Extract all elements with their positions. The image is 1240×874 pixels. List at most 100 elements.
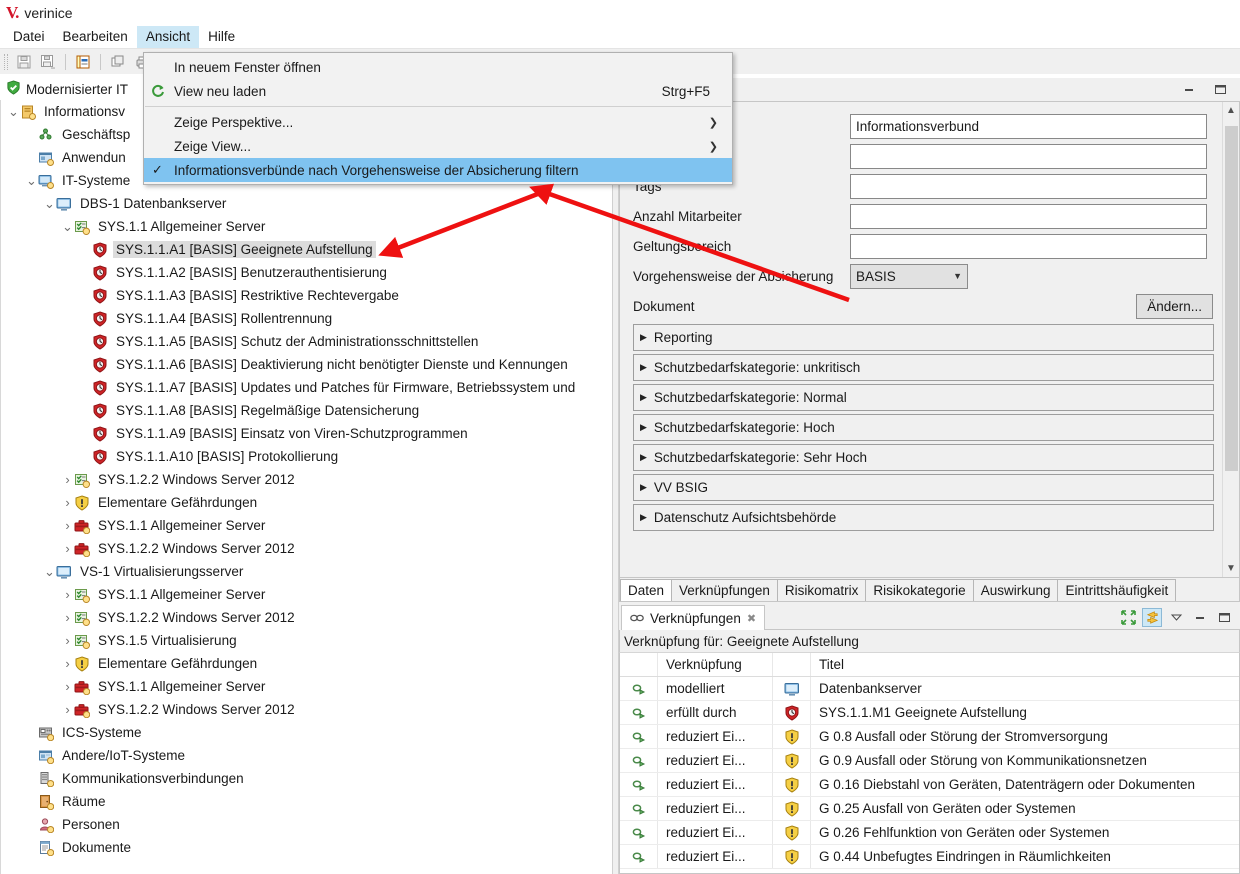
scrollbar-thumb[interactable] — [1225, 126, 1238, 471]
chevron-right-icon[interactable]: › — [61, 656, 74, 671]
chevron-right-icon[interactable]: › — [61, 587, 74, 602]
tree-item[interactable]: ›SYS.1.5 Virtualisierung — [1, 629, 612, 652]
input-tags[interactable] — [850, 174, 1207, 199]
combo-vorgehensweise[interactable]: BASIS ▼ — [850, 264, 968, 289]
menu-item-zeige-view-[interactable]: Zeige View...❯ — [144, 134, 732, 158]
tree-item[interactable]: ›SYS.1.1 Allgemeiner Server — [1, 514, 612, 537]
save-icon[interactable] — [13, 52, 35, 72]
table-row[interactable]: reduziert Ei...G 0.25 Ausfall von Geräte… — [620, 797, 1239, 821]
vertical-splitter[interactable] — [612, 78, 619, 874]
chevron-down-icon[interactable]: ⌄ — [43, 200, 56, 208]
menu-item-zeige-perspektive-[interactable]: Zeige Perspektive...❯ — [144, 110, 732, 134]
verknuepfungen-table[interactable]: Verknüpfung Titel modelliertDatenbankser… — [619, 652, 1240, 874]
tab-eintrittsh-ufigkeit[interactable]: Eintrittshäufigkeit — [1057, 579, 1176, 601]
tree-item[interactable]: ›SYS.1.2.2 Windows Server 2012 — [1, 698, 612, 721]
table-row[interactable]: reduziert Ei...G 0.26 Fehlfunktion von G… — [620, 821, 1239, 845]
input-abkuerzung[interactable] — [850, 144, 1207, 169]
table-row[interactable]: modelliertDatenbankserver — [620, 677, 1239, 701]
tab-verkn-pfungen[interactable]: Verknüpfungen — [671, 579, 778, 601]
chevron-right-icon[interactable]: › — [61, 679, 74, 694]
accordion-section[interactable]: ▶Datenschutz Aufsichtsbehörde — [633, 504, 1214, 531]
tree-item[interactable]: SYS.1.1.A3 [BASIS] Restriktive Rechtever… — [1, 284, 612, 307]
tree-item[interactable]: SYS.1.1.A10 [BASIS] Protokollierung — [1, 445, 612, 468]
tree-item[interactable]: ⌄DBS-1 Datenbankserver — [1, 192, 612, 215]
tree-item[interactable]: ›SYS.1.2.2 Windows Server 2012 — [1, 468, 612, 491]
input-geltungsbereich[interactable] — [850, 234, 1207, 259]
tree-item[interactable]: SYS.1.1.A5 [BASIS] Schutz der Administra… — [1, 330, 612, 353]
tree-item[interactable]: SYS.1.1.A8 [BASIS] Regelmäßige Datensich… — [1, 399, 612, 422]
save-all-icon[interactable] — [37, 52, 59, 72]
tree-item[interactable]: Räume — [1, 790, 612, 813]
tab-auswirkung[interactable]: Auswirkung — [973, 579, 1059, 601]
chevron-right-icon[interactable]: › — [61, 472, 74, 487]
tree-item[interactable]: ⌄VS-1 Virtualisierungsserver — [1, 560, 612, 583]
report-icon[interactable] — [72, 52, 94, 72]
table-row[interactable]: erfüllt durchSYS.1.1.M1 Geeignete Aufste… — [620, 701, 1239, 725]
tree-rows[interactable]: ⌄InformationsvGeschäftspAnwendun⌄IT-Syst… — [0, 100, 612, 874]
menu-item-view-neu-laden[interactable]: View neu ladenStrg+F5 — [144, 79, 732, 103]
tab-risikokategorie[interactable]: Risikokategorie — [865, 579, 973, 601]
view-menu-icon[interactable] — [1166, 608, 1186, 627]
input-name[interactable]: Informationsverbund — [850, 114, 1207, 139]
tree-item[interactable]: ⌄SYS.1.1 Allgemeiner Server — [1, 215, 612, 238]
accordion-section[interactable]: ▶Schutzbedarfskategorie: unkritisch — [633, 354, 1214, 381]
accordion-section[interactable]: ▶Schutzbedarfskategorie: Normal — [633, 384, 1214, 411]
tree-item[interactable]: SYS.1.1.A4 [BASIS] Rollentrennung — [1, 307, 612, 330]
tree-item[interactable]: Personen — [1, 813, 612, 836]
menu-item-informationsverb-nde-nach-vorgehensweise[interactable]: ✓Informationsverbünde nach Vorgehensweis… — [144, 158, 732, 182]
tree-item[interactable]: ›SYS.1.1 Allgemeiner Server — [1, 583, 612, 606]
table-row[interactable]: reduziert Ei...G 0.9 Ausfall oder Störun… — [620, 749, 1239, 773]
menu-datei[interactable]: Datei — [4, 26, 54, 48]
tree-item[interactable]: SYS.1.1.A6 [BASIS] Deaktivierung nicht b… — [1, 353, 612, 376]
chevron-right-icon[interactable]: › — [61, 633, 74, 648]
tab-daten[interactable]: Daten — [620, 579, 672, 601]
close-icon[interactable]: ✖ — [747, 612, 756, 625]
tree-item[interactable]: Dokumente — [1, 836, 612, 859]
menu-bearbeiten[interactable]: Bearbeiten — [54, 26, 137, 48]
chevron-right-icon[interactable]: › — [61, 541, 74, 556]
accordion-section[interactable]: ▶Schutzbedarfskategorie: Hoch — [633, 414, 1214, 441]
table-row[interactable]: reduziert Ei...G 0.16 Diebstahl von Gerä… — [620, 773, 1239, 797]
chevron-right-icon[interactable]: › — [61, 495, 74, 510]
chevron-right-icon[interactable]: › — [61, 610, 74, 625]
toggle-direction-icon[interactable] — [1142, 608, 1162, 627]
maximize-icon[interactable] — [1214, 608, 1234, 627]
tree-item[interactable]: SYS.1.1.A1 [BASIS] Geeignete Aufstellung — [1, 238, 612, 261]
accordion-section[interactable]: ▶VV BSIG — [633, 474, 1214, 501]
aendern-button[interactable]: Ändern... — [1136, 294, 1213, 319]
table-row[interactable]: reduziert Ei...G 0.44 Unbefugtes Eindrin… — [620, 845, 1239, 869]
table-row[interactable]: reduziert Ei...G 0.8 Ausfall oder Störun… — [620, 725, 1239, 749]
editor-scrollbar[interactable]: ▲ ▼ — [1222, 102, 1239, 577]
chevron-down-icon[interactable]: ⌄ — [61, 223, 74, 231]
tree-item[interactable]: ›SYS.1.1 Allgemeiner Server — [1, 675, 612, 698]
chevron-right-icon[interactable]: › — [61, 702, 74, 717]
input-anzahl-mitarbeiter[interactable] — [850, 204, 1207, 229]
ansicht-menu-popup[interactable]: In neuem Fenster öffnenView neu ladenStr… — [143, 52, 733, 185]
menu-hilfe[interactable]: Hilfe — [199, 26, 244, 48]
toolbar-grip[interactable] — [4, 54, 8, 70]
tree-item[interactable]: Andere/IoT-Systeme — [1, 744, 612, 767]
tab-verknuepfungen[interactable]: Verknüpfungen ✖ — [621, 605, 765, 630]
minimize-icon[interactable] — [1180, 81, 1198, 97]
tree-item[interactable]: SYS.1.1.A2 [BASIS] Benutzerauthentisieru… — [1, 261, 612, 284]
scroll-down-icon[interactable]: ▼ — [1223, 560, 1239, 577]
maximize-icon[interactable] — [1211, 81, 1229, 97]
tree-item[interactable]: ›SYS.1.2.2 Windows Server 2012 — [1, 537, 612, 560]
accordion-section[interactable]: ▶Reporting — [633, 324, 1214, 351]
tree-item[interactable]: ICS-Systeme — [1, 721, 612, 744]
copy-icon[interactable] — [107, 52, 129, 72]
accordion-section[interactable]: ▶Schutzbedarfskategorie: Sehr Hoch — [633, 444, 1214, 471]
scroll-up-icon[interactable]: ▲ — [1223, 102, 1239, 119]
tree-item[interactable]: SYS.1.1.A7 [BASIS] Updates und Patches f… — [1, 376, 612, 399]
tree-item[interactable]: SYS.1.1.A9 [BASIS] Einsatz von Viren-Sch… — [1, 422, 612, 445]
menu-ansicht[interactable]: Ansicht — [137, 26, 199, 48]
minimize-icon[interactable] — [1190, 608, 1210, 627]
tree-item[interactable]: Kommunikationsverbindungen — [1, 767, 612, 790]
tree-item[interactable]: ›Elementare Gefährdungen — [1, 652, 612, 675]
chevron-down-icon[interactable]: ⌄ — [25, 177, 38, 185]
menu-item-in-neuem-fenster-ffnen[interactable]: In neuem Fenster öffnen — [144, 55, 732, 79]
chevron-down-icon[interactable]: ⌄ — [43, 568, 56, 576]
tab-risikomatrix[interactable]: Risikomatrix — [777, 579, 867, 601]
tree-item[interactable]: ›Elementare Gefährdungen — [1, 491, 612, 514]
chevron-right-icon[interactable]: › — [61, 518, 74, 533]
